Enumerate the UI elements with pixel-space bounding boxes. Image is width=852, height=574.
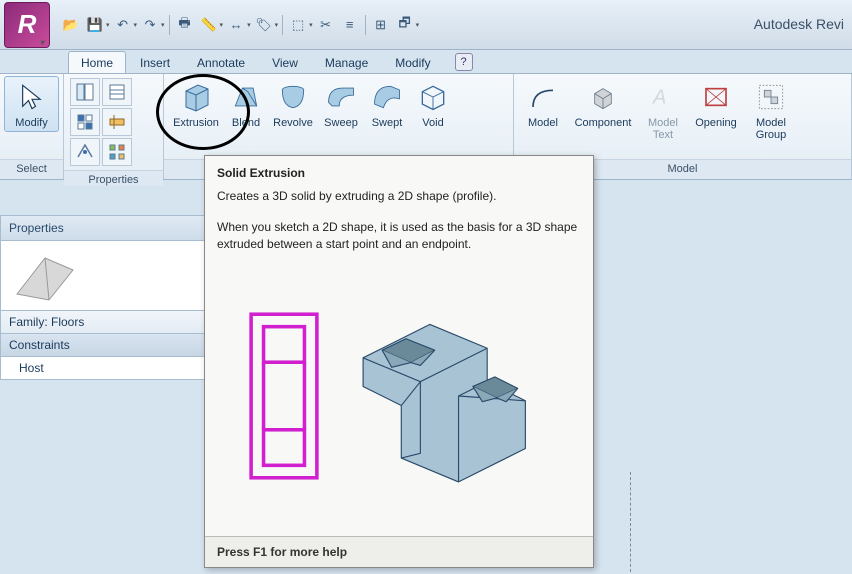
app-menu-button[interactable]: R [4, 2, 50, 48]
extrusion-icon [178, 79, 214, 115]
model-text-button[interactable]: A Model Text [638, 76, 688, 144]
model-text-label: Model Text [648, 117, 678, 141]
properties-palette-icon[interactable] [70, 78, 100, 106]
undo-icon[interactable]: ↶ [112, 14, 134, 36]
opening-icon [698, 79, 734, 115]
blend-button[interactable]: Blend [224, 76, 268, 132]
type-selector[interactable] [0, 241, 205, 311]
void-button[interactable]: Void [410, 76, 456, 132]
tab-view[interactable]: View [259, 51, 311, 73]
revolve-button[interactable]: Revolve [268, 76, 318, 132]
close-hidden-icon[interactable]: ⊞ [370, 14, 392, 36]
family-types-icon[interactable] [70, 108, 100, 136]
model-line-icon [525, 79, 561, 115]
model-line-label: Model [528, 117, 558, 129]
tab-annotate[interactable]: Annotate [184, 51, 258, 73]
component-icon [585, 79, 621, 115]
model-group-label: Model Group [756, 117, 787, 141]
switch-win-icon[interactable]: 🗗 [394, 14, 416, 36]
quick-access-toolbar: 📂 💾▾ ↶▾ ↷▾ 🖶 📏▾ ↔▾ 🏷▾ ⬚▾ ✂ ≡ ⊞ 🗗▾ [60, 14, 419, 36]
panel-select-title: Select [0, 159, 63, 179]
model-group-button[interactable]: Model Group [744, 76, 798, 144]
app-title: Autodesk Revi [754, 16, 844, 32]
print-icon[interactable]: 🖶 [174, 14, 196, 36]
model-text-icon: A [645, 79, 681, 115]
revolve-icon [275, 79, 311, 115]
swept-icon [369, 79, 405, 115]
canvas-guide-line [630, 472, 631, 572]
tab-help-icon[interactable]: ? [455, 53, 473, 71]
model-group-icon [753, 79, 789, 115]
panel-properties-title: Properties [64, 170, 163, 186]
swept-button[interactable]: Swept [364, 76, 410, 132]
host-row[interactable]: Host [0, 357, 205, 380]
tab-modify[interactable]: Modify [382, 51, 443, 73]
component-label: Component [575, 117, 632, 129]
opening-label: Opening [695, 117, 737, 129]
type-properties-icon[interactable] [102, 78, 132, 106]
ribbon-tabstrip: Home Insert Annotate View Manage Modify … [0, 50, 852, 74]
tooltip-title: Solid Extrusion [217, 166, 581, 180]
cursor-icon [14, 79, 50, 115]
project-units-icon[interactable] [70, 138, 100, 166]
types-icon[interactable] [102, 138, 132, 166]
tooltip-detail: When you sketch a 2D shape, it is used a… [217, 219, 581, 254]
open-icon[interactable]: 📂 [60, 14, 82, 36]
tab-insert[interactable]: Insert [127, 51, 183, 73]
void-label: Void [422, 117, 443, 129]
tooltip-footer: Press F1 for more help [205, 536, 593, 567]
svg-text:A: A [652, 87, 666, 109]
view3d-icon[interactable]: ⬚ [287, 14, 309, 36]
sweep-icon [323, 79, 359, 115]
title-bar: R 📂 💾▾ ↶▾ ↷▾ 🖶 📏▾ ↔▾ 🏷▾ ⬚▾ ✂ ≡ ⊞ 🗗▾ Auto… [0, 0, 852, 50]
family-category-icon[interactable] [102, 108, 132, 136]
thinlines-icon[interactable]: ≡ [339, 14, 361, 36]
section-icon[interactable]: ✂ [315, 14, 337, 36]
tooltip-extrusion: Solid Extrusion Creates a 3D solid by ex… [204, 155, 594, 568]
swept-label: Swept [372, 117, 403, 129]
blend-label: Blend [232, 117, 260, 129]
void-icon [415, 79, 451, 115]
sweep-button[interactable]: Sweep [318, 76, 364, 132]
tab-manage[interactable]: Manage [312, 51, 381, 73]
opening-button[interactable]: Opening [688, 76, 744, 132]
properties-palette: Properties Family: Floors Constraints Ho… [0, 215, 205, 380]
properties-header: Properties [0, 215, 205, 241]
revolve-label: Revolve [273, 117, 313, 129]
align-dim-icon[interactable]: ↔ [225, 14, 247, 36]
model-line-button[interactable]: Model [518, 76, 568, 132]
constraints-category[interactable]: Constraints [0, 334, 205, 357]
tooltip-desc: Creates a 3D solid by extruding a 2D sha… [217, 188, 581, 205]
blend-icon [228, 79, 264, 115]
redo-icon[interactable]: ↷ [139, 14, 161, 36]
panel-select: Modify Select [0, 74, 64, 179]
tooltip-illustration [217, 266, 581, 526]
panel-properties: Properties [64, 74, 164, 179]
extrusion-button[interactable]: Extrusion [168, 76, 224, 132]
tag-icon[interactable]: 🏷 [253, 14, 275, 36]
sweep-label: Sweep [324, 117, 358, 129]
save-icon[interactable]: 💾 [84, 14, 106, 36]
component-button[interactable]: Component [568, 76, 638, 132]
measure-icon[interactable]: 📏 [198, 14, 220, 36]
tab-home[interactable]: Home [68, 51, 126, 73]
extrusion-label: Extrusion [173, 117, 219, 129]
modify-label: Modify [15, 117, 47, 129]
modify-button[interactable]: Modify [4, 76, 59, 132]
family-row[interactable]: Family: Floors [0, 311, 205, 334]
